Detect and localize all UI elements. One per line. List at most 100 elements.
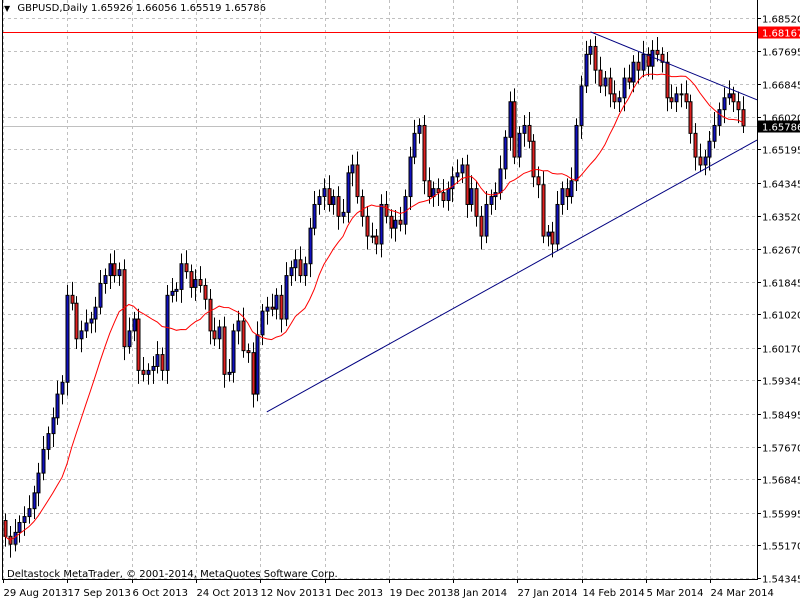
candle-body-bear [298,259,303,277]
candle [379,194,384,258]
candle [469,175,474,212]
candle-body-bull [379,203,384,245]
candle [679,83,684,108]
candle-body-bull [293,259,298,269]
candle [255,321,260,402]
candle [703,149,708,176]
candle-body-bear [212,330,217,340]
candle-body-bull [193,279,198,288]
candle [3,513,8,547]
candle-body-bull [312,203,317,229]
candle-body-bull [255,334,260,395]
candle [674,86,679,113]
candle-body-bull [103,275,108,284]
price-chart[interactable]: 1.685201.676951.668451.660201.651951.643… [0,0,800,600]
candle [370,222,375,244]
candle-body-bear [389,215,394,229]
y-tick-label: 1.61845 [762,279,800,290]
candle-body-bull [489,196,494,205]
x-tick-label: 24 Oct 2013 [197,588,259,599]
candle-body-bear [70,294,75,304]
candle [217,319,222,350]
candle-body-bear [427,180,432,198]
candle-body-bull [93,306,98,320]
candle-body-bull [117,269,122,277]
y-tick-label: 1.62670 [762,246,800,257]
candle [508,91,513,151]
candle-body-bull [498,168,503,194]
candle-body-bear [246,350,251,354]
candle-body-bear [608,77,613,95]
candle [155,341,160,374]
candle-body-bull [132,318,137,332]
candle-body-bull [41,448,46,474]
x-tick-label: 19 Dec 2013 [390,588,454,599]
candle [208,289,213,345]
x-tick-label: 5 Mar 2014 [647,588,704,599]
candle-body-bear [160,354,165,371]
candle [665,51,670,112]
candle-body-bear [398,219,403,225]
candle-body-bull [151,365,156,371]
candle-body-bull [370,235,375,238]
candle [346,165,351,223]
candle-body-bear [636,61,641,71]
candle [141,356,146,382]
candle-body-bull [317,196,322,205]
candle-body-bear [74,302,79,340]
candle [136,308,141,384]
candle-body-bull [460,164,465,174]
candle [198,266,203,293]
y-tick-label: 1.55995 [762,510,800,521]
candle-body-bull [350,164,355,174]
candle-body-bear [684,93,689,103]
candle [717,102,722,136]
candle-body-bear [422,124,427,182]
candle-body-bear [655,49,660,55]
candle-body-bear [141,369,146,375]
candle-body-bull [284,275,289,320]
candle-body-bear [327,188,332,205]
candle [555,191,560,252]
candle-body-bull [622,77,627,99]
candle [588,39,593,65]
candle [336,186,341,230]
candle-body-bull [84,322,89,332]
candle-body-bear [441,192,446,202]
candle-body-bear [112,263,117,277]
candle [84,309,89,338]
candle-body-bull [260,310,265,336]
candle-body-bull [408,156,413,198]
candle-body-bull [508,101,513,138]
y-tick-label: 1.64345 [762,180,800,191]
candle [646,47,651,77]
candle [541,171,546,244]
y-tick-label: 1.63520 [762,213,800,224]
candle-body-bear [565,188,570,198]
candle [355,151,360,204]
candle-body-bull [55,393,60,419]
candle-body-bear [184,263,189,273]
candle [317,189,322,215]
candle [170,277,175,303]
candle-body-bear [365,215,370,237]
candle-body-bear [736,101,741,111]
candle [341,198,346,224]
candle-body-bull [17,521,22,533]
candle [303,256,308,286]
candle-body-bear [527,124,532,142]
candle [189,264,194,298]
y-tick-label: 1.57670 [762,444,800,455]
candle-body-bear [136,318,141,371]
candle [227,358,232,382]
candle-body-bear [688,101,693,134]
y-tick-label: 1.67695 [762,48,800,59]
candle [465,154,470,218]
candle [251,342,256,408]
candle-body-bear [731,93,736,103]
candle-body-bull [179,263,184,290]
candle-body-bear [627,77,632,83]
candle [212,317,217,346]
candle [550,221,555,258]
candle [132,311,137,342]
